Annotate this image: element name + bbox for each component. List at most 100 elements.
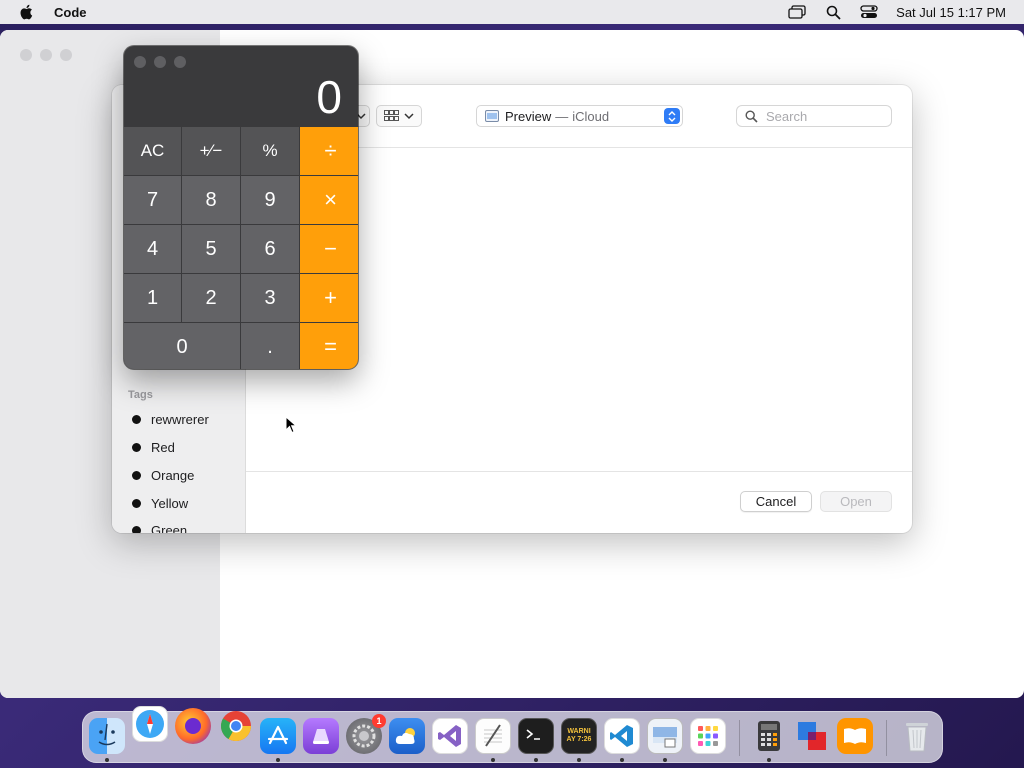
tags-section-header: Tags xyxy=(128,389,153,401)
digit-4-key[interactable]: 4 xyxy=(124,225,181,273)
tag-label: Green xyxy=(151,523,188,533)
window-controls xyxy=(20,49,72,61)
calculator-app-icon[interactable] xyxy=(751,718,787,754)
control-center-icon[interactable] xyxy=(860,4,878,20)
popup-stepper-icon xyxy=(664,108,680,124)
location-popup[interactable]: Preview — iCloud xyxy=(476,105,683,127)
minimize-window-button[interactable] xyxy=(40,49,52,61)
location-separator: — xyxy=(555,108,569,124)
menu-bar: Code Sat Jul 15 1:17 PM xyxy=(0,0,1024,24)
tag-color-dot xyxy=(132,526,141,533)
cancel-button[interactable]: Cancel xyxy=(740,491,812,512)
tag-color-dot xyxy=(132,471,141,480)
purple-app-icon[interactable] xyxy=(303,718,339,754)
minimize-window-button[interactable] xyxy=(154,56,166,68)
multiply-key[interactable]: × xyxy=(300,176,358,224)
zoom-window-button[interactable] xyxy=(60,49,72,61)
search-icon xyxy=(745,109,758,123)
calculator-keypad: AC +⁄− % ÷ 7 8 9 × 4 5 6 − 1 2 3 + 0 . = xyxy=(124,127,358,369)
visual-studio-icon[interactable] xyxy=(432,718,468,754)
digit-9-key[interactable]: 9 xyxy=(241,176,299,224)
running-indicator xyxy=(620,758,624,762)
tag-item[interactable]: Green xyxy=(132,523,187,533)
digit-6-key[interactable]: 6 xyxy=(241,225,299,273)
digit-5-key[interactable]: 5 xyxy=(182,225,240,273)
footer-divider xyxy=(246,471,912,472)
open-button[interactable]: Open xyxy=(820,491,892,512)
close-window-button[interactable] xyxy=(20,49,32,61)
percent-key[interactable]: % xyxy=(241,127,299,175)
digit-2-key[interactable]: 2 xyxy=(182,274,240,322)
clear-key[interactable]: AC xyxy=(124,127,181,175)
tag-label: Yellow xyxy=(151,496,189,511)
running-indicator xyxy=(663,758,667,762)
notification-badge: 1 xyxy=(372,714,386,728)
tag-label: rewwrerer xyxy=(151,412,209,427)
zoom-window-button[interactable] xyxy=(174,56,186,68)
location-sub: iCloud xyxy=(572,108,610,124)
location-name: Preview xyxy=(505,108,552,124)
vscode-icon[interactable] xyxy=(604,718,640,754)
digit-3-key[interactable]: 3 xyxy=(241,274,299,322)
apple-menu-icon[interactable] xyxy=(18,3,36,21)
tag-item[interactable]: Red xyxy=(132,440,175,455)
chevron-down-icon xyxy=(404,112,414,119)
app-name-menu[interactable]: Code xyxy=(54,5,87,20)
digit-0-key[interactable]: 0 xyxy=(124,323,240,369)
finder-icon[interactable] xyxy=(89,718,125,754)
firefox-icon[interactable] xyxy=(175,708,211,744)
weather-icon[interactable] xyxy=(389,718,425,754)
equals-key[interactable]: = xyxy=(300,323,358,369)
calculator-display: 0 xyxy=(316,71,342,123)
digit-8-key[interactable]: 8 xyxy=(182,176,240,224)
divide-key[interactable]: ÷ xyxy=(300,127,358,175)
launchpad-icon[interactable] xyxy=(690,718,726,754)
running-indicator xyxy=(276,758,280,762)
preview-app-icon xyxy=(485,110,499,122)
screen-mirroring-icon[interactable] xyxy=(788,4,806,20)
mouse-cursor-icon xyxy=(285,416,297,434)
running-indicator xyxy=(105,758,109,762)
plus-minus-key[interactable]: +⁄− xyxy=(182,127,240,175)
search-input[interactable] xyxy=(766,108,876,124)
app-store-icon[interactable] xyxy=(260,718,296,754)
minus-key[interactable]: − xyxy=(300,225,358,273)
tag-item[interactable]: rewwrerer xyxy=(132,412,209,427)
menu-clock[interactable]: Sat Jul 15 1:17 PM xyxy=(896,5,1006,20)
tag-label: Red xyxy=(151,440,175,455)
dock-separator xyxy=(886,720,887,756)
terminal-icon[interactable] xyxy=(518,718,554,754)
tag-color-dot xyxy=(132,443,141,452)
trash-icon[interactable] xyxy=(899,718,935,754)
console-icon[interactable]: WARNI AY 7:26 xyxy=(561,718,597,754)
digit-7-key[interactable]: 7 xyxy=(124,176,181,224)
safari-icon[interactable] xyxy=(132,706,168,742)
plus-key[interactable]: + xyxy=(300,274,358,322)
view-mode-button[interactable] xyxy=(376,105,422,127)
calculator-window: 0 AC +⁄− % ÷ 7 8 9 × 4 5 6 − 1 2 3 + 0 .… xyxy=(124,46,358,369)
running-indicator xyxy=(491,758,495,762)
tag-label: Orange xyxy=(151,468,195,483)
system-settings-icon[interactable]: 1 xyxy=(346,714,386,754)
tag-item[interactable]: Yellow xyxy=(132,496,188,511)
spotlight-search-icon[interactable] xyxy=(824,4,842,20)
books-icon[interactable] xyxy=(837,718,873,754)
close-window-button[interactable] xyxy=(134,56,146,68)
tag-item[interactable]: Orange xyxy=(132,468,194,483)
tag-color-dot xyxy=(132,499,141,508)
remote-desktop-icon[interactable] xyxy=(794,718,830,754)
tag-color-dot xyxy=(132,415,141,424)
preview-icon[interactable] xyxy=(647,718,683,754)
running-indicator xyxy=(534,758,538,762)
decimal-key[interactable]: . xyxy=(241,323,299,369)
search-field[interactable] xyxy=(736,105,892,127)
textedit-icon[interactable] xyxy=(475,718,511,754)
digit-1-key[interactable]: 1 xyxy=(124,274,181,322)
chrome-icon[interactable] xyxy=(218,708,254,744)
running-indicator xyxy=(577,758,581,762)
running-indicator xyxy=(767,758,771,762)
calculator-window-controls xyxy=(134,56,186,68)
dock-separator xyxy=(739,720,740,756)
grid-view-icon xyxy=(384,110,399,121)
dock: 1 WARNI AY 7:26 xyxy=(82,706,943,763)
